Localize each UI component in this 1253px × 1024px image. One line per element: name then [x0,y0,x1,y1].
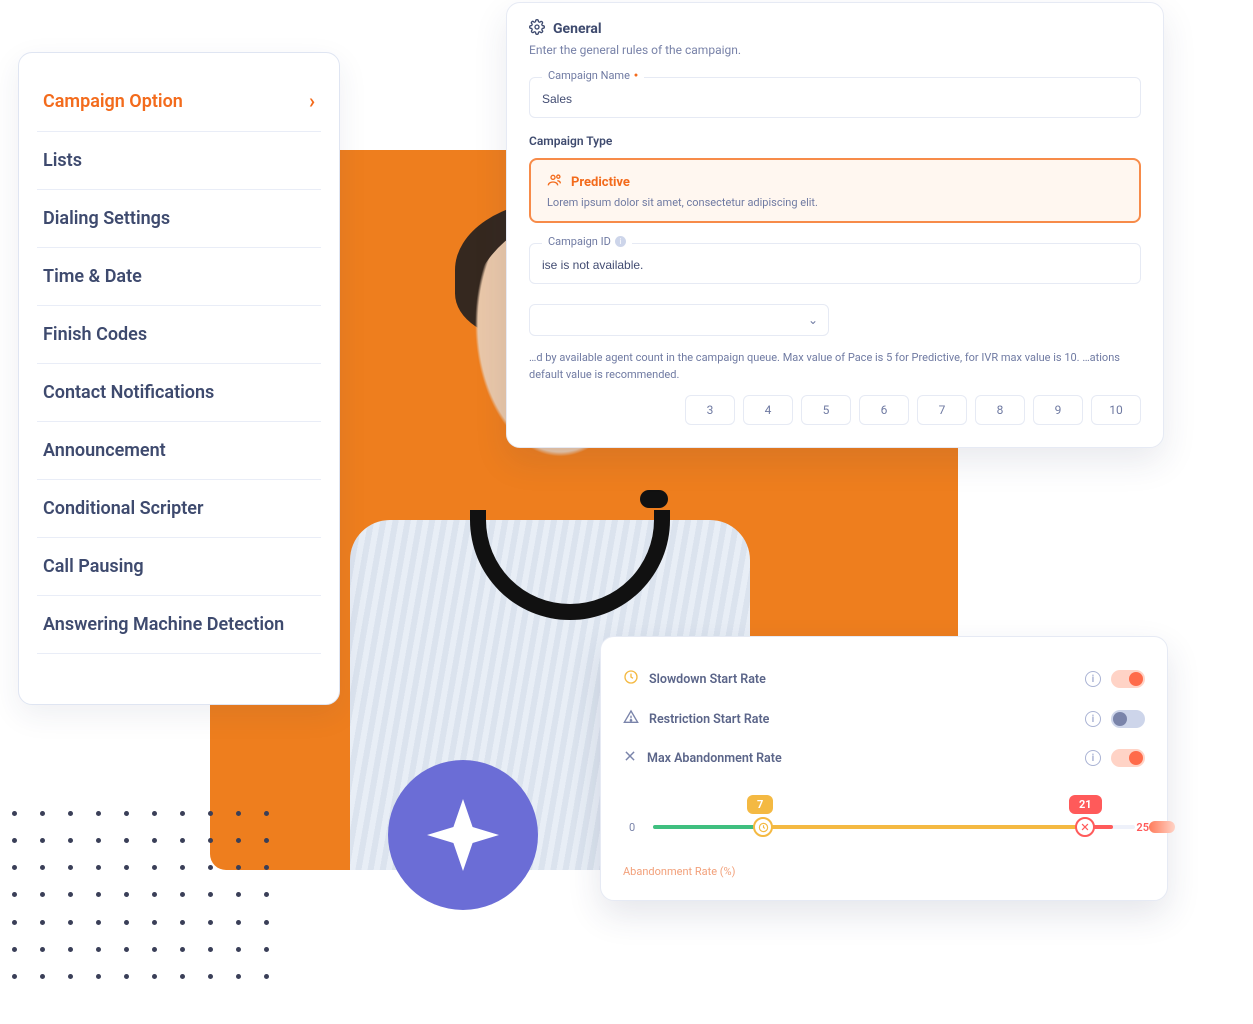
sidebar-item-label: Call Pausing [43,556,144,577]
sidebar-item-label: Finish Codes [43,324,147,345]
campaign-sidebar: Campaign Option › Lists Dialing Settings Tim… [18,52,340,705]
campaign-name-field[interactable]: Campaign Name ● [529,77,1141,118]
info-icon[interactable]: i [1085,750,1101,766]
sidebar-item-label: Announcement [43,440,166,461]
people-icon [547,172,563,192]
clock-icon [758,822,769,833]
sidebar-item-answering-machine-detection[interactable]: Answering Machine Detection [37,596,321,654]
toggle-restriction-start-rate[interactable] [1111,710,1145,728]
pace-options: 3456789 10 [685,395,1141,425]
slider-handle-yellow[interactable] [753,817,773,837]
toggle-max-abandonment-rate[interactable] [1111,749,1145,767]
general-header: General [529,19,1141,39]
slider-end-gradient [1149,821,1175,833]
sidebar-item-label: Lists [43,150,82,171]
pace-option-9[interactable]: 9 [1033,395,1083,425]
decorative-dot-grid [0,800,280,990]
sidebar-item-campaign-option[interactable]: Campaign Option › [37,71,321,132]
campaign-type-desc: Lorem ipsum dolor sit amet, consectetur … [547,196,1123,209]
sidebar-item-label: Contact Notifications [43,382,214,403]
rate-settings-panel: Slowdown Start RateiRestriction Start Ra… [600,636,1168,901]
campaign-name-legend: Campaign Name ● [542,69,644,82]
sparkle-icon [423,795,503,875]
sidebar-item-lists[interactable]: Lists [37,132,321,190]
info-icon[interactable]: i [1085,711,1101,727]
rate-label: Slowdown Start Rate [649,672,766,687]
clock-icon [623,669,639,689]
slider-bubble-red: 21 [1069,795,1102,814]
chevron-right-icon: › [309,89,315,113]
campaign-id-input[interactable] [542,258,1128,272]
x-icon [1080,822,1090,832]
toggle-slowdown-start-rate[interactable] [1111,670,1145,688]
required-dot-icon: ● [634,72,638,79]
pace-option-3[interactable]: 3 [685,395,735,425]
rate-label: Max Abandonment Rate [647,751,782,766]
campaign-name-input[interactable] [542,92,1128,106]
sidebar-item-dialing-settings[interactable]: Dialing Settings [37,190,321,248]
gear-icon [529,19,545,39]
pace-option-4[interactable]: 4 [743,395,793,425]
sidebar-item-label: Time & Date [43,266,142,287]
sidebar-item-label: Campaign Option [43,91,183,112]
general-title: General [553,21,602,37]
slider-handle-red[interactable] [1075,817,1095,837]
pace-option-7[interactable]: 7 [917,395,967,425]
sidebar-item-finish-codes[interactable]: Finish Codes [37,306,321,364]
rate-row-max-abandonment-rate: Max Abandonment Rate i [623,739,1145,777]
sidebar-item-label: Answering Machine Detection [43,614,284,635]
x-icon [623,749,637,767]
general-subtitle: Enter the general rules of the campaign. [529,43,1141,57]
abandonment-slider[interactable]: 0 7 21 25 [623,797,1145,857]
slider-bubble-yellow: 7 [747,795,773,814]
rate-row-slowdown-start-rate: Slowdown Start Rate i [623,659,1145,699]
slider-max-label: 25 [1136,821,1149,834]
sidebar-item-label: Dialing Settings [43,208,170,229]
sidebar-item-conditional-scripter[interactable]: Conditional Scripter [37,480,321,538]
pace-option-6[interactable]: 6 [859,395,909,425]
sidebar-item-time-date[interactable]: Time & Date [37,248,321,306]
campaign-type-name: Predictive [571,175,630,190]
campaign-id-field[interactable]: Campaign ID i [529,243,1141,284]
rate-label: Restriction Start Rate [649,712,769,727]
slider-segment-green [653,825,763,829]
warn-icon [623,709,639,729]
info-icon[interactable]: i [1085,671,1101,687]
campaign-type-card-predictive[interactable]: Predictive Lorem ipsum dolor sit amet, c… [529,158,1141,223]
sparkle-badge [388,760,538,910]
campaign-id-legend: Campaign ID i [542,235,632,248]
pace-description: …d by available agent count in the campa… [529,350,1141,383]
slider-min-label: 0 [629,821,635,834]
general-panel: General Enter the general rules of the c… [506,2,1164,448]
slider-segment-yellow [763,825,1083,829]
campaign-type-label: Campaign Type [529,134,1141,148]
dropdown-field[interactable]: ⌄ [529,304,829,336]
rate-row-restriction-start-rate: Restriction Start Rate i [623,699,1145,739]
pace-option-8[interactable]: 8 [975,395,1025,425]
pace-option-10[interactable]: 10 [1091,395,1141,425]
sidebar-item-label: Conditional Scripter [43,498,203,519]
sidebar-item-contact-notifications[interactable]: Contact Notifications [37,364,321,422]
sidebar-item-announcement[interactable]: Announcement [37,422,321,480]
chevron-down-icon: ⌄ [808,313,818,327]
sidebar-item-call-pausing[interactable]: Call Pausing [37,538,321,596]
info-icon: i [615,236,626,247]
pace-option-5[interactable]: 5 [801,395,851,425]
slider-axis-label: Abandonment Rate (%) [623,865,1145,878]
